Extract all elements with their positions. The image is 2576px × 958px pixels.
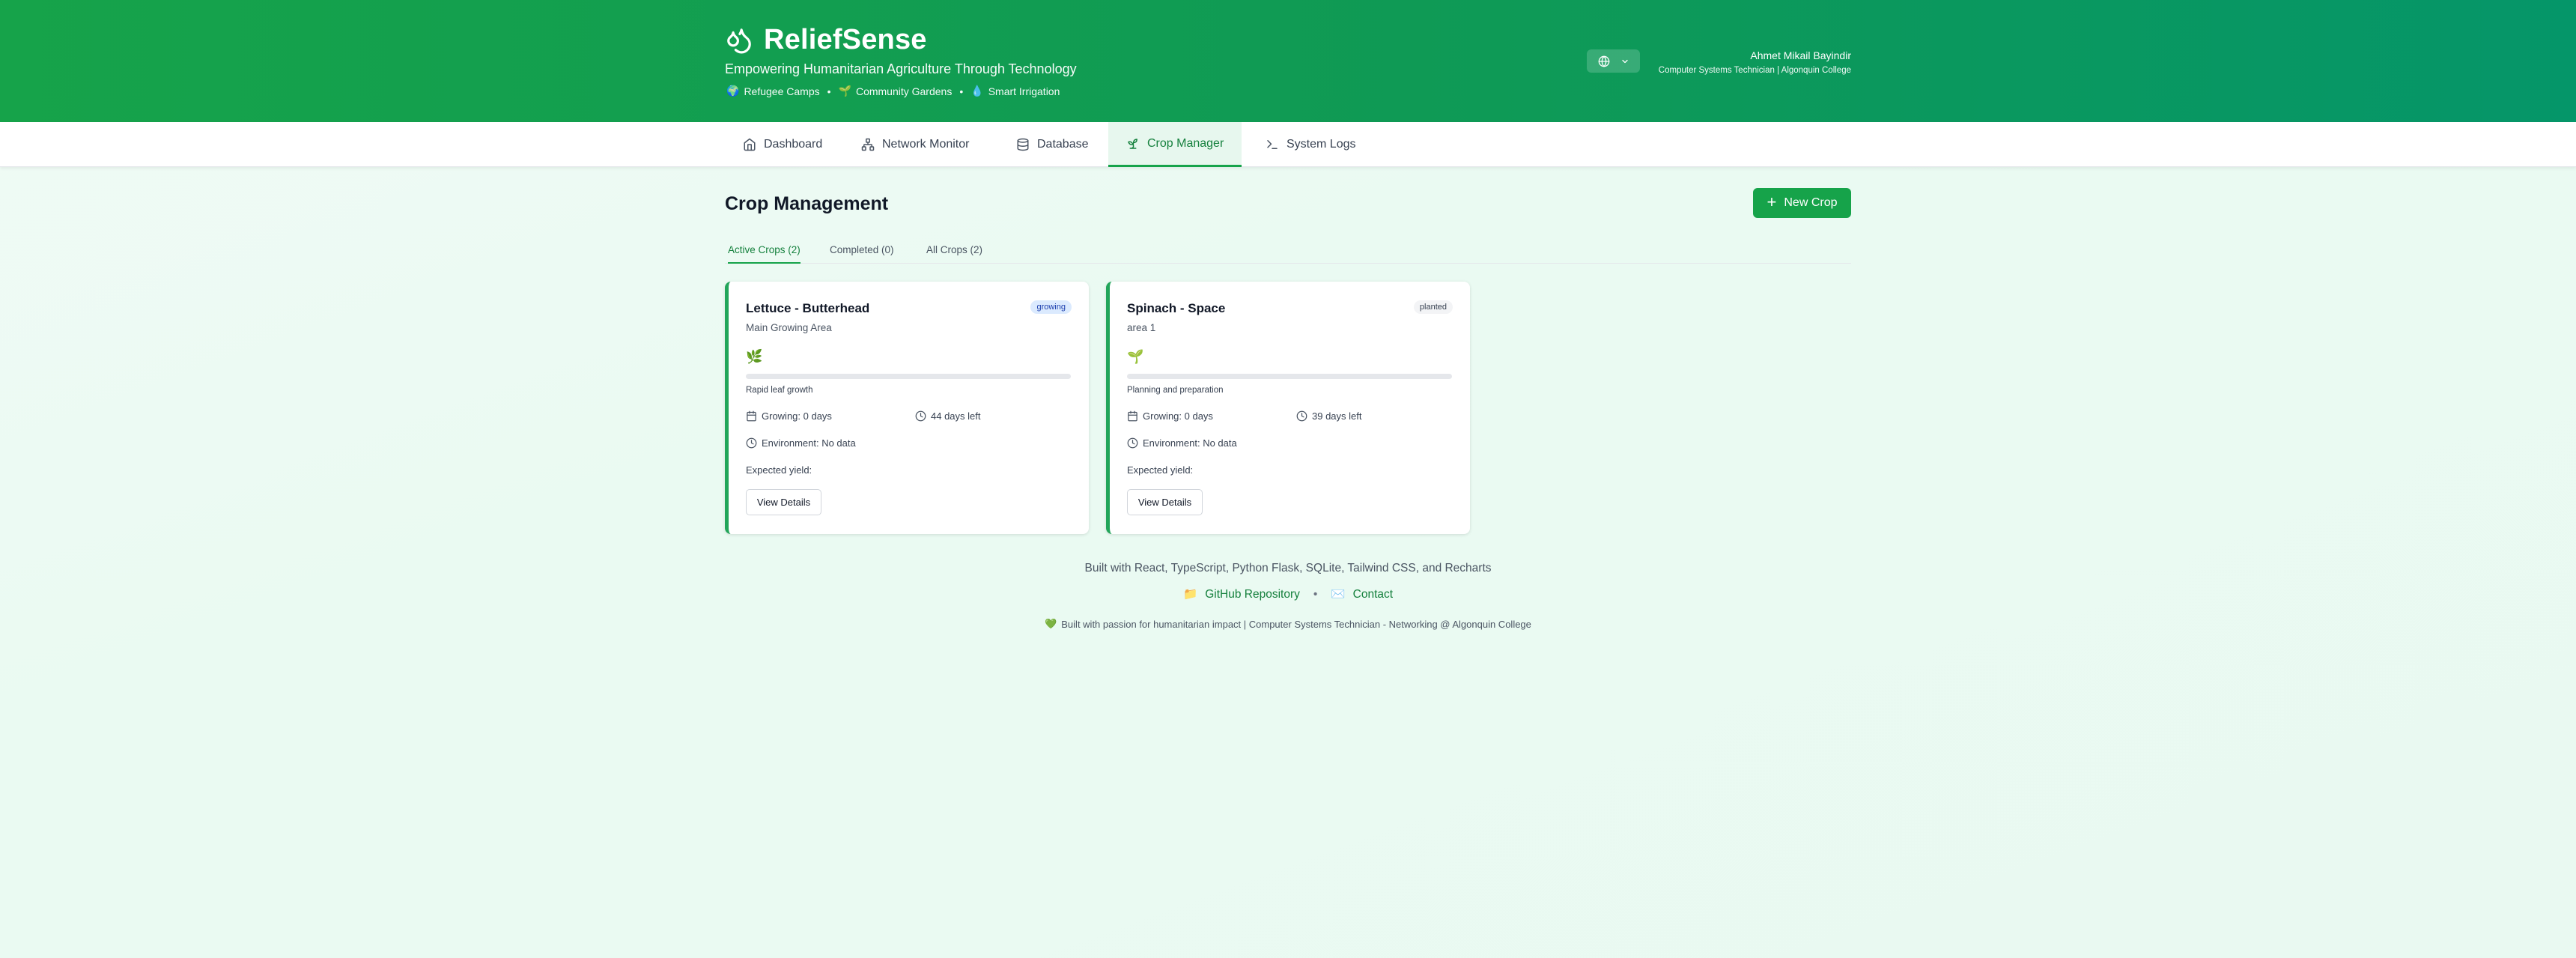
- expected-yield: Expected yield:: [746, 464, 812, 476]
- tab-network-monitor[interactable]: Network Monitor: [843, 122, 987, 167]
- crop-location: area 1: [1127, 322, 1156, 333]
- crop-filter-tabs: Active Crops (2) Completed (0) All Crops…: [725, 240, 1851, 264]
- growing-days: Growing: 0 days: [1127, 410, 1213, 422]
- globe-icon: [1598, 55, 1609, 67]
- tab-system-logs[interactable]: System Logs: [1248, 122, 1373, 167]
- folder-icon: 📁: [1182, 588, 1198, 601]
- tab-database[interactable]: Database: [998, 122, 1107, 167]
- language-selector[interactable]: [1587, 49, 1640, 73]
- seedling-icon: 🌱: [1127, 349, 1144, 364]
- user-info: Ahmet Mikail Bayindir Computer Systems T…: [1659, 49, 1851, 75]
- calendar-icon: [747, 410, 756, 422]
- user-role: Computer Systems Technician | Algonquin …: [1658, 66, 1851, 75]
- tagline: Empowering Humanitarian Agriculture Thro…: [725, 61, 1077, 76]
- growth-progress-bar: [746, 374, 1071, 379]
- environment-status: Environment: No data: [1127, 437, 1237, 449]
- growth-stage: Planning and preparation: [1127, 386, 1224, 395]
- separator: •: [1313, 587, 1318, 601]
- contact-link[interactable]: Contact: [1353, 588, 1393, 601]
- sub-tags: 🌍 Refugee Camps • 🌱 Community Gardens • …: [726, 85, 1060, 97]
- growth-stage: Rapid leaf growth: [746, 386, 813, 395]
- user-name: Ahmet Mikail Bayindir: [1750, 49, 1851, 61]
- tab-all-crops[interactable]: All Crops (2): [926, 244, 982, 264]
- calendar-icon: [1128, 410, 1137, 422]
- page-title: Crop Management: [725, 193, 889, 214]
- heart-icon: 💚: [1045, 618, 1057, 629]
- sprout-icon: [1128, 138, 1137, 149]
- growing-days: Growing: 0 days: [746, 410, 832, 422]
- droplet-emoji-icon: 💧: [970, 85, 984, 97]
- herb-icon: 🌿: [746, 349, 763, 364]
- footer-links: 📁 GitHub Repository • ✉️ Contact: [0, 587, 2576, 601]
- crop-card[interactable]: Spinach - Space area 1 planted 🌱 Plannin…: [1106, 282, 1470, 534]
- view-details-button[interactable]: View Details: [746, 489, 821, 515]
- new-crop-button[interactable]: + New Crop: [1753, 188, 1851, 218]
- terminal-icon: [1267, 140, 1278, 149]
- github-link[interactable]: GitHub Repository: [1205, 588, 1300, 601]
- clock-icon: [1127, 437, 1138, 449]
- sub-tag-community-gardens: Community Gardens: [855, 85, 953, 97]
- crop-card[interactable]: Lettuce - Butterhead Main Growing Area g…: [725, 282, 1089, 534]
- footer-credit: 💚 Built with passion for humanitarian im…: [0, 618, 2576, 630]
- globe-emoji-icon: 🌍: [726, 85, 740, 97]
- network-icon: [861, 138, 875, 151]
- credit-text: Built with passion for humanitarian impa…: [1061, 618, 1531, 630]
- home-icon: [744, 138, 756, 151]
- sub-tag-smart-irrigation: Smart Irrigation: [988, 85, 1060, 97]
- database-icon: [1017, 138, 1029, 151]
- days-left: 39 days left: [1296, 410, 1362, 422]
- status-badge: planted: [1413, 300, 1453, 314]
- tab-dashboard[interactable]: Dashboard: [725, 122, 840, 167]
- tab-completed[interactable]: Completed (0): [830, 244, 894, 264]
- sub-tag-refugee-camps: Refugee Camps: [744, 85, 820, 97]
- app-header: ReliefSense Empowering Humanitarian Agri…: [0, 0, 2576, 122]
- clock-icon: [915, 410, 926, 422]
- plus-icon: +: [1767, 192, 1777, 211]
- seedling-emoji-icon: 🌱: [838, 85, 851, 97]
- chevron-down-icon: [1621, 59, 1628, 63]
- growth-progress-bar: [1127, 374, 1452, 379]
- app-title: ReliefSense: [764, 24, 927, 55]
- droplets-icon: [727, 28, 751, 53]
- mail-icon: ✉️: [1331, 588, 1346, 601]
- clock-icon: [1296, 410, 1307, 422]
- clock-icon: [746, 437, 757, 449]
- status-badge: growing: [1030, 300, 1072, 314]
- tab-active-crops[interactable]: Active Crops (2): [728, 244, 801, 264]
- brand[interactable]: ReliefSense: [725, 24, 927, 56]
- crop-name: Lettuce - Butterhead: [746, 301, 870, 315]
- environment-status: Environment: No data: [746, 437, 856, 449]
- footer-tech-stack: Built with React, TypeScript, Python Fla…: [1084, 562, 1492, 575]
- main-nav: Dashboard Network Monitor Database Crop …: [0, 122, 2576, 167]
- days-left: 44 days left: [915, 410, 981, 422]
- view-details-button[interactable]: View Details: [1127, 489, 1203, 515]
- crop-name: Spinach - Space: [1127, 301, 1226, 315]
- crop-location: Main Growing Area: [746, 322, 832, 333]
- expected-yield: Expected yield:: [1127, 464, 1194, 476]
- tab-crop-manager[interactable]: Crop Manager: [1108, 122, 1242, 167]
